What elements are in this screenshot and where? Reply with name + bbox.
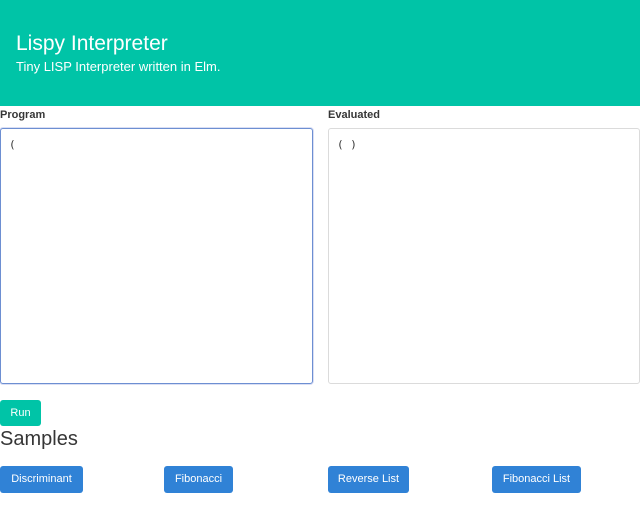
program-input[interactable]: ( [0, 128, 313, 384]
program-label: Program [0, 109, 46, 121]
evaluated-label: Evaluated [328, 109, 380, 121]
evaluated-output[interactable]: ( ) [328, 128, 640, 384]
page-title: Lispy Interpreter [16, 32, 168, 55]
samples-heading: Samples [0, 428, 78, 450]
sample-discriminant-button[interactable]: Discriminant [0, 466, 83, 493]
run-button[interactable]: Run [0, 400, 41, 426]
sample-reverse-list-button[interactable]: Reverse List [328, 466, 409, 493]
sample-fibonacci-list-button[interactable]: Fibonacci List [492, 466, 581, 493]
sample-fibonacci-button[interactable]: Fibonacci [164, 466, 233, 493]
page-subtitle: Tiny LISP Interpreter written in Elm. [16, 59, 221, 74]
hero-banner: Lispy Interpreter Tiny LISP Interpreter … [0, 0, 640, 106]
